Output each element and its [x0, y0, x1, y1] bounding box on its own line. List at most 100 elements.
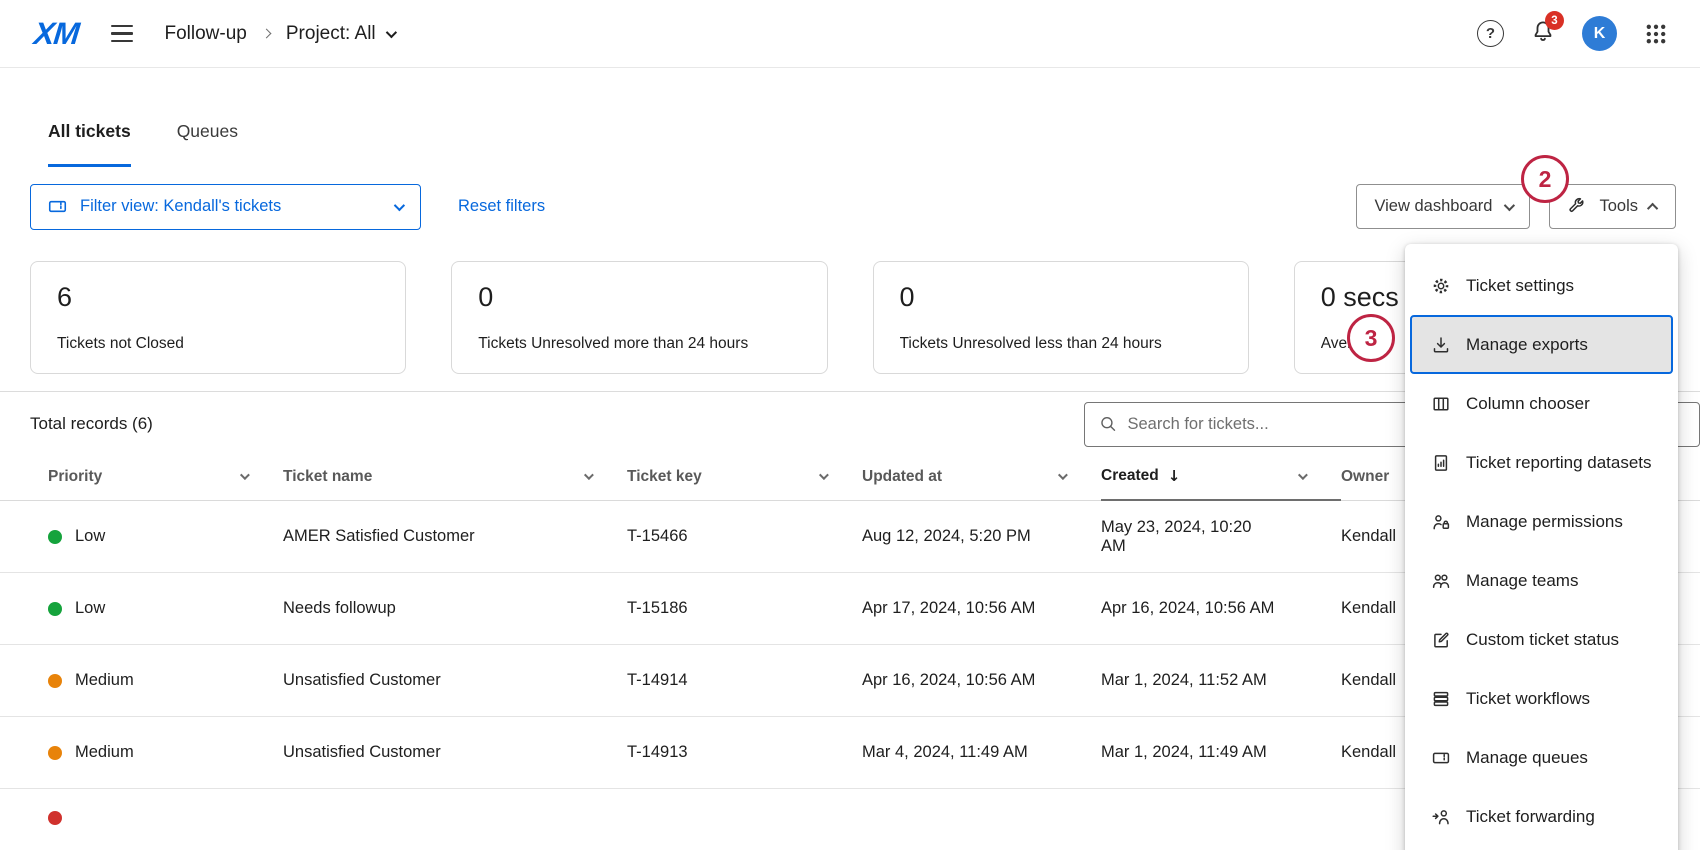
stat-label: Tickets not Closed	[57, 335, 379, 353]
tab-queues[interactable]: Queues	[177, 121, 238, 167]
ticket-icon	[1431, 748, 1451, 768]
priority-label: Low	[75, 599, 105, 618]
column-header-ticket-key[interactable]: Ticket key	[627, 467, 862, 500]
menu-item-custom-ticket-status[interactable]: Custom ticket status	[1405, 610, 1678, 669]
chevron-down-icon	[1058, 470, 1068, 480]
edit-icon	[1431, 630, 1451, 650]
report-icon	[1431, 453, 1451, 473]
notification-badge: 3	[1545, 11, 1564, 30]
chevron-down-icon	[385, 26, 396, 37]
updated-at-cell: Apr 17, 2024, 10:56 AM	[862, 585, 1101, 632]
priority-dot	[48, 674, 62, 688]
chevron-down-icon	[1298, 470, 1308, 480]
chevron-down-icon	[394, 199, 405, 210]
priority-label: Medium	[75, 671, 134, 690]
priority-label: Medium	[75, 743, 134, 762]
gear-icon	[1431, 276, 1451, 296]
chevron-down-icon	[819, 470, 829, 480]
breadcrumb-followup[interactable]: Follow-up	[165, 23, 247, 45]
column-header-updated-at[interactable]: Updated at	[862, 467, 1101, 500]
created-cell: Apr 16, 2024, 10:56 AM	[1101, 585, 1341, 632]
chevron-down-icon	[584, 470, 594, 480]
menu-item-ticket-forwarding[interactable]: Ticket forwarding	[1405, 787, 1678, 846]
updated-at-cell: Aug 12, 2024, 5:20 PM	[862, 513, 1101, 560]
filter-view-dropdown[interactable]: Filter view: Kendall's tickets	[30, 184, 421, 230]
filter-bar: Filter view: Kendall's tickets Reset fil…	[0, 183, 1700, 230]
stat-value: 0	[900, 282, 1222, 313]
stack-icon	[1431, 689, 1451, 709]
view-dashboard-label: View dashboard	[1374, 197, 1492, 216]
ticket-name-cell: Unsatisfied Customer	[283, 657, 627, 704]
hamburger-menu-icon[interactable]	[107, 21, 137, 46]
chevron-up-icon	[1647, 202, 1658, 213]
stat-label: Tickets Unresolved more than 24 hours	[478, 335, 800, 353]
ticket-key-cell: T-15186	[627, 585, 862, 632]
page: XM Follow-up Project: All ? 3	[0, 0, 1700, 850]
created-cell: Mar 1, 2024, 11:49 AM	[1101, 729, 1341, 776]
ticket-key-cell: T-14913	[627, 729, 862, 776]
reset-filters-link[interactable]: Reset filters	[458, 197, 545, 216]
menu-item-manage-permissions[interactable]: Manage permissions	[1405, 492, 1678, 551]
columns-icon	[1431, 394, 1451, 414]
tools-menu: Ticket settings Manage exports Column ch…	[1405, 244, 1678, 850]
updated-at-cell: Apr 16, 2024, 10:56 AM	[862, 657, 1101, 704]
priority-dot	[48, 811, 62, 825]
priority-dot	[48, 746, 62, 760]
updated-at-cell: Mar 4, 2024, 11:49 AM	[862, 729, 1101, 776]
tab-bar: All tickets Queues	[0, 68, 1700, 167]
help-icon[interactable]: ?	[1477, 20, 1504, 47]
menu-item-ticket-workflows[interactable]: Ticket workflows	[1405, 669, 1678, 728]
breadcrumb-project-dropdown[interactable]: Project: All	[286, 23, 394, 45]
ticket-key-cell: T-14914	[627, 657, 862, 704]
total-records-label: Total records (6)	[30, 414, 153, 434]
column-header-priority[interactable]: Priority	[48, 467, 283, 500]
filter-view-label: Filter view: Kendall's tickets	[80, 197, 281, 216]
stat-card-not-closed: 6 Tickets not Closed	[30, 261, 406, 374]
menu-item-column-chooser[interactable]: Column chooser	[1405, 374, 1678, 433]
search-icon	[1099, 414, 1117, 434]
priority-label: Low	[75, 527, 105, 546]
breadcrumb-project-label: Project: All	[286, 23, 376, 45]
top-bar: XM Follow-up Project: All ? 3	[0, 0, 1700, 68]
stat-label: Tickets Unresolved less than 24 hours	[900, 335, 1222, 353]
annotation-step-3: 3	[1347, 314, 1395, 362]
created-cell: May 23, 2024, 10:20 AM	[1101, 504, 1341, 570]
column-header-ticket-name[interactable]: Ticket name	[283, 467, 627, 500]
chevron-right-icon	[261, 29, 271, 39]
priority-dot	[48, 530, 62, 544]
column-header-created[interactable]: Created ↓	[1101, 467, 1341, 501]
menu-item-ticket-settings[interactable]: Ticket settings	[1405, 256, 1678, 315]
priority-dot	[48, 602, 62, 616]
wrench-icon	[1567, 197, 1587, 217]
menu-item-manage-exports[interactable]: Manage exports	[1410, 315, 1673, 374]
tab-all-tickets[interactable]: All tickets	[48, 121, 131, 167]
download-icon	[1431, 335, 1451, 355]
menu-item-manage-queues[interactable]: Manage queues	[1405, 728, 1678, 787]
stat-value: 0	[478, 282, 800, 313]
stat-card-unresolved-less-24h: 0 Tickets Unresolved less than 24 hours	[873, 261, 1249, 374]
view-dashboard-button[interactable]: View dashboard	[1356, 184, 1530, 229]
annotation-step-2: 2	[1521, 155, 1569, 203]
ticket-name-cell: Unsatisfied Customer	[283, 729, 627, 776]
avatar[interactable]: K	[1582, 16, 1617, 51]
ticket-key-cell: T-15466	[627, 513, 862, 560]
menu-item-manage-teams[interactable]: Manage teams	[1405, 551, 1678, 610]
ticket-name-cell: Needs followup	[283, 585, 627, 632]
created-cell: Mar 1, 2024, 11:52 AM	[1101, 657, 1341, 704]
sort-descending-icon: ↓	[1168, 467, 1181, 485]
tools-label: Tools	[1599, 197, 1638, 216]
tools-button[interactable]: Tools	[1549, 184, 1676, 229]
chevron-down-icon	[240, 470, 250, 480]
chevron-down-icon	[1504, 199, 1515, 210]
ticket-name-cell: AMER Satisfied Customer	[283, 513, 627, 560]
ticket-icon	[47, 196, 68, 217]
breadcrumb: Follow-up Project: All	[165, 23, 394, 45]
person-lock-icon	[1431, 512, 1451, 532]
stat-card-unresolved-more-24h: 0 Tickets Unresolved more than 24 hours	[451, 261, 827, 374]
xm-logo[interactable]: XM	[32, 16, 80, 52]
menu-item-ticket-reporting-datasets[interactable]: Ticket reporting datasets	[1405, 433, 1678, 492]
app-grid-icon[interactable]	[1644, 22, 1668, 46]
stat-value: 6	[57, 282, 379, 313]
person-arrow-icon	[1431, 807, 1451, 827]
notifications-bell-icon[interactable]: 3	[1531, 19, 1555, 48]
